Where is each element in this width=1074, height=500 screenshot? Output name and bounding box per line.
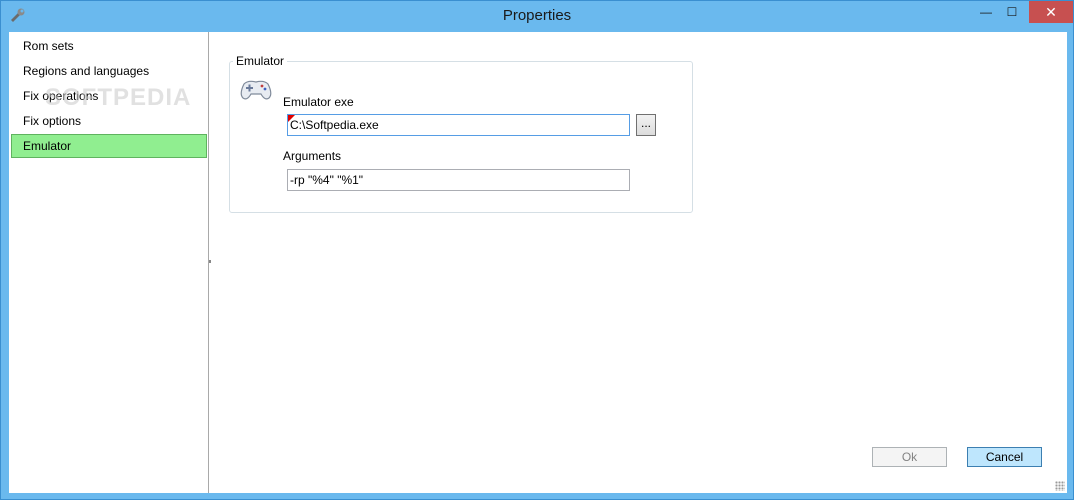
minimize-button[interactable]: — — [973, 1, 999, 23]
client-area: Rom sets Regions and languages Fix opera… — [9, 32, 1067, 493]
emulator-exe-label: Emulator exe — [283, 95, 354, 109]
validation-error-marker — [288, 115, 295, 122]
ok-button[interactable]: Ok — [872, 447, 947, 467]
sidebar-item-regions-and-languages[interactable]: Regions and languages — [11, 59, 207, 83]
softpedia-watermark: SOFTPEDIA — [45, 84, 192, 111]
cancel-button[interactable]: Cancel — [967, 447, 1042, 467]
arguments-field[interactable]: -rp "%4" "%1" — [287, 169, 630, 191]
emulator-group-title: Emulator — [233, 54, 288, 68]
title-bar[interactable]: Properties — ☐ ✕ — [1, 1, 1073, 31]
window-title: Properties — [502, 7, 572, 24]
browse-button[interactable]: ... — [636, 114, 656, 136]
arguments-value: -rp "%4" "%1" — [290, 173, 364, 187]
emulator-exe-value: C:\Softpedia.exe — [290, 118, 379, 132]
splitter-handle[interactable] — [209, 260, 211, 263]
sidebar-item-rom-sets[interactable]: Rom sets — [11, 34, 207, 58]
maximize-button[interactable]: ☐ — [999, 1, 1025, 23]
sidebar-item-emulator[interactable]: Emulator — [11, 134, 207, 158]
close-button[interactable]: ✕ — [1029, 1, 1073, 23]
arguments-label: Arguments — [283, 149, 342, 163]
emulator-exe-field[interactable]: C:\Softpedia.exe — [287, 114, 630, 136]
properties-window: Properties — ☐ ✕ Rom sets Regions and la… — [0, 0, 1074, 500]
resize-grip[interactable] — [1055, 481, 1065, 491]
gamepad-icon — [240, 80, 272, 100]
sidebar-item-fix-options[interactable]: Fix options — [11, 109, 207, 133]
